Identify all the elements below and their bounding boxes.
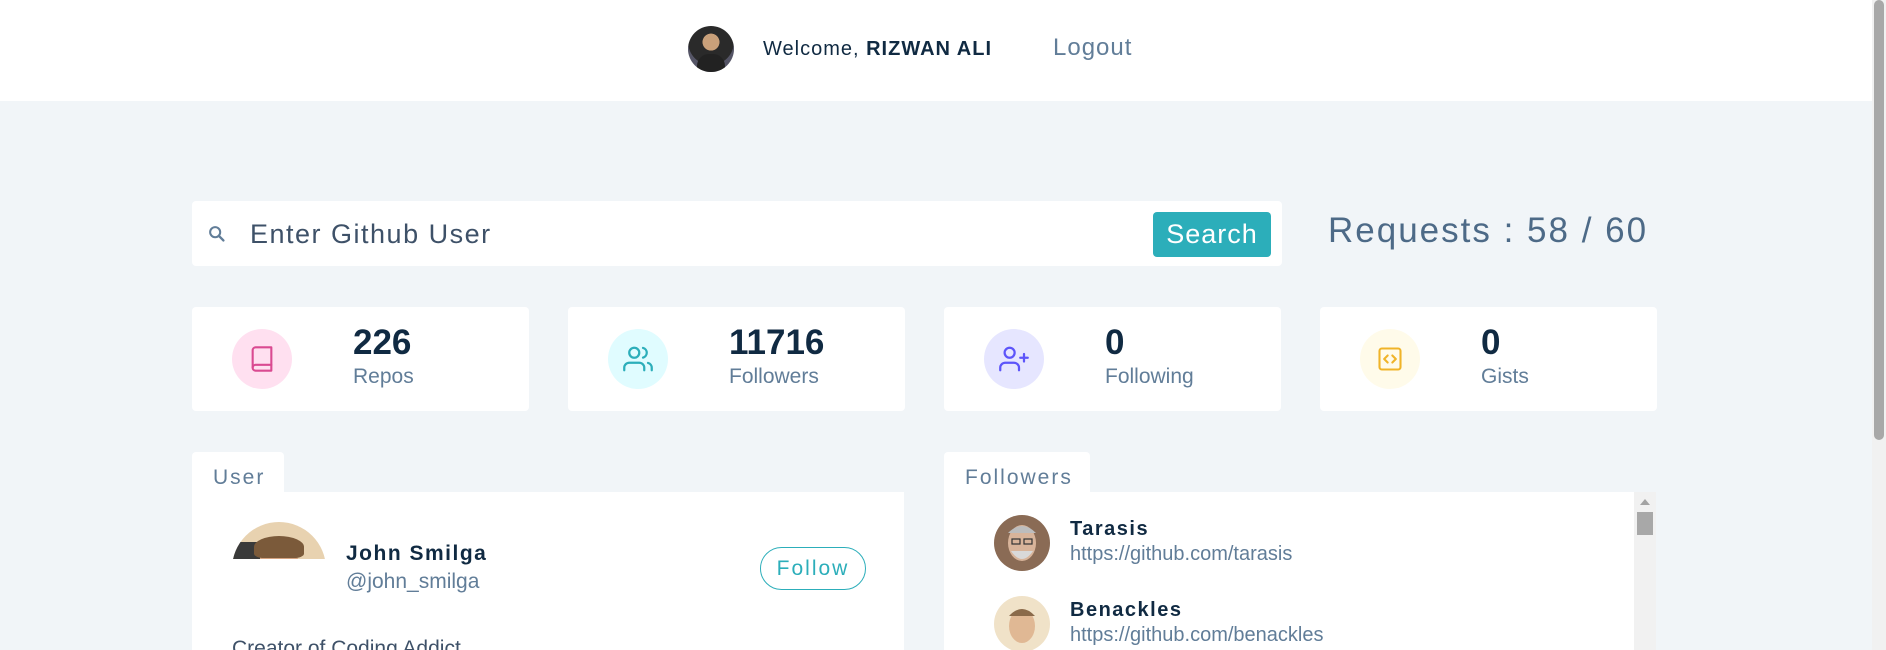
user-bio: Creator of Coding Addict	[232, 637, 461, 650]
follower-name: Benackles	[1070, 599, 1183, 621]
user-avatar	[232, 522, 326, 559]
user-plus-icon	[984, 329, 1044, 389]
logout-button[interactable]: Logout	[1053, 34, 1132, 62]
followers-scrollbar[interactable]	[1634, 492, 1656, 650]
stat-card-repos: 226 Repos	[192, 307, 529, 411]
search-button[interactable]: Search	[1153, 212, 1271, 257]
search-form: Search	[192, 201, 1282, 266]
requests-counter: Requests : 58 / 60	[1328, 211, 1649, 250]
follower-name: Tarasis	[1070, 518, 1150, 540]
avatar	[688, 26, 734, 72]
followers-section-tab: Followers	[944, 452, 1090, 492]
search-icon	[209, 226, 225, 242]
welcome-prefix: Welcome,	[763, 38, 860, 60]
follower-link[interactable]: https://github.com/benackles	[1070, 624, 1323, 647]
stat-value: 11716	[729, 323, 825, 362]
navbar: Welcome, RIZWAN ALI Logout	[0, 0, 1872, 101]
page-scrollbar-thumb[interactable]	[1874, 0, 1884, 440]
follow-button[interactable]: Follow	[760, 547, 866, 590]
follower-link[interactable]: https://github.com/tarasis	[1070, 543, 1292, 566]
book-icon	[232, 329, 292, 389]
code-icon	[1360, 329, 1420, 389]
logged-in-user-name: RIZWAN ALI	[866, 38, 993, 60]
followers-scrollbar-thumb[interactable]	[1637, 512, 1653, 535]
stat-label: Repos	[353, 365, 414, 388]
page-scrollbar[interactable]	[1872, 0, 1886, 650]
scroll-up-icon[interactable]	[1640, 499, 1650, 505]
stat-card-followers: 11716 Followers	[568, 307, 905, 411]
stat-value: 0	[1105, 323, 1125, 362]
followers-list: Tarasis https://github.com/tarasis Benac…	[944, 492, 1656, 650]
follower-avatar	[994, 515, 1050, 571]
user-handle: @john_smilga	[346, 570, 480, 593]
user-section-tab: User	[192, 452, 284, 492]
welcome-message: Welcome, RIZWAN ALI	[763, 38, 992, 61]
stat-label: Following	[1105, 365, 1194, 388]
stat-card-gists: 0 Gists	[1320, 307, 1657, 411]
search-input[interactable]	[250, 215, 1070, 253]
stat-value: 226	[353, 323, 412, 362]
users-icon	[608, 329, 668, 389]
user-name: John Smilga	[346, 542, 488, 565]
follower-avatar	[994, 596, 1050, 650]
stat-card-following: 0 Following	[944, 307, 1281, 411]
stat-value: 0	[1481, 323, 1501, 362]
stat-label: Gists	[1481, 365, 1529, 388]
user-card: John Smilga @john_smilga Follow Creator …	[192, 492, 904, 650]
stat-label: Followers	[729, 365, 819, 388]
